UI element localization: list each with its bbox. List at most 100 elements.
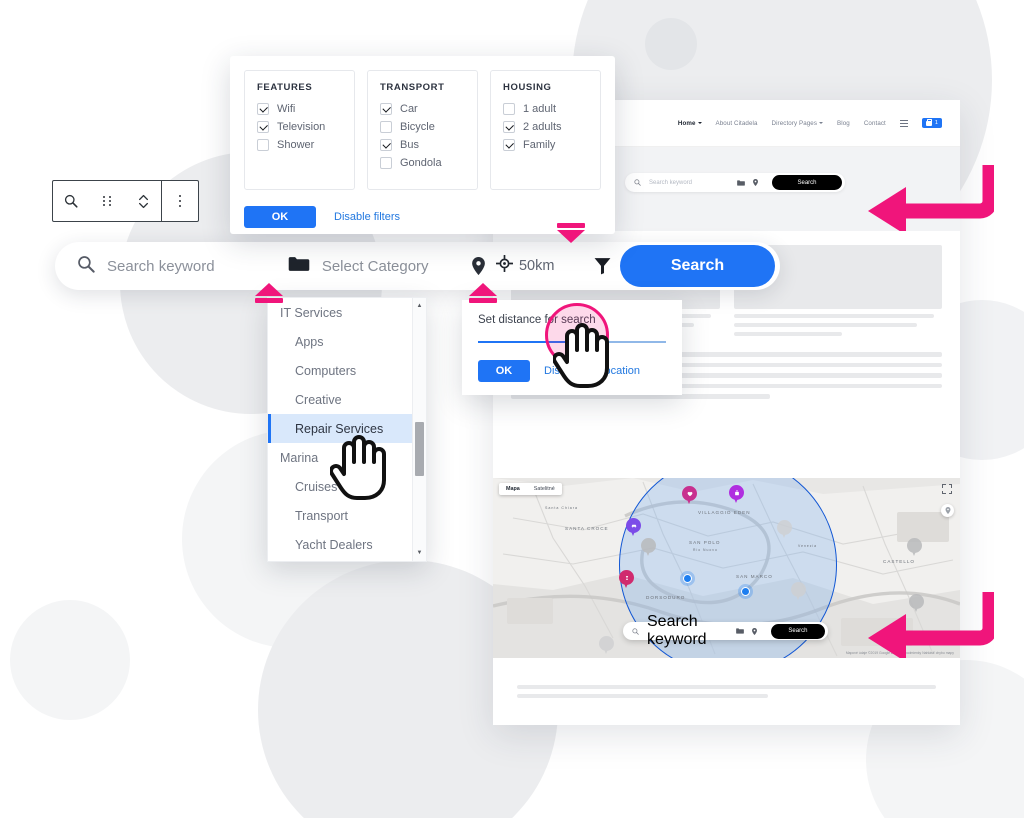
filter-option-label: Wifi [277,103,296,115]
map-pin-icon[interactable] [753,179,758,186]
folder-icon[interactable] [735,628,744,634]
search-category-field[interactable]: Select Category [288,242,461,290]
checkbox-icon[interactable] [503,103,515,115]
distance-ok-button[interactable]: OK [478,360,530,382]
search-icon [634,179,641,186]
map-locate-icon[interactable] [941,504,954,517]
search-submit-button[interactable]: Search [620,245,776,287]
car-pin-icon[interactable] [626,518,641,537]
filter-column-title: FEATURES [257,82,313,93]
filter-option-gondola[interactable]: Gondola [380,157,465,169]
filter-option-2-adults[interactable]: 2 adults [503,121,588,133]
nav-item-blog[interactable]: Blog [837,120,850,127]
map-pin-inactive[interactable] [599,636,614,655]
category-item-transport[interactable]: Transport [268,501,412,530]
checkbox-icon[interactable] [257,121,269,133]
checkbox-icon[interactable] [380,139,392,151]
marker-distance [469,283,497,303]
checkbox-icon[interactable] [380,121,392,133]
nav-label: Contact [863,119,886,127]
map-label: VILLAGGIO EDEN [698,510,751,515]
drag-handle-icon[interactable] [89,195,125,207]
category-item-apps[interactable]: Apps [268,327,412,356]
scrollbar-thumb[interactable] [415,422,424,476]
filter-column-title: TRANSPORT [380,82,445,93]
filter-option-family[interactable]: Family [503,139,588,151]
disable-filters-link[interactable]: Disable filters [334,211,400,223]
checkbox-icon[interactable] [257,139,269,151]
heart-pin-icon[interactable] [682,486,697,505]
nav-item-home[interactable]: Home [678,120,702,127]
checkbox-icon[interactable] [380,103,392,115]
checkbox-icon[interactable] [380,157,392,169]
drink-pin-icon[interactable] [619,570,634,589]
skeleton-line [517,685,936,689]
filters-ok-button[interactable]: OK [244,206,316,228]
filter-column-features: FEATURES Wifi Television Shower [244,70,355,190]
search-distance-field[interactable]: 50km [495,242,585,290]
map-pin-inactive[interactable] [791,582,806,601]
map-pin-inactive[interactable] [777,520,792,539]
filter-option-bus[interactable]: Bus [380,139,465,151]
scroll-down-arrow-icon[interactable]: ▼ [413,547,426,559]
move-up-down-icon[interactable] [125,193,161,210]
nav-item-directory-pages[interactable]: Directory Pages [772,120,824,127]
folder-icon[interactable] [737,179,745,186]
filter-option-1-adult[interactable]: 1 adult [503,103,588,115]
skeleton-line [517,694,769,698]
category-item-yacht-dealers[interactable]: Yacht Dealers [268,530,412,559]
map-type-toggle[interactable]: Mapa Satelitné [499,483,562,495]
map-search-bar[interactable]: Search keyword Search [623,613,828,648]
scroll-up-arrow-icon[interactable]: ▲ [413,300,426,312]
more-options-icon[interactable] [162,194,198,208]
map-label: Rio Nuovo [693,548,718,552]
hero-search-bar[interactable]: Search keyword Search [625,173,845,192]
category-item-creative[interactable]: Creative [268,385,412,414]
marker-bar [255,298,283,303]
site-footer-card [493,660,960,725]
cart-icon [925,118,933,126]
category-item-computers[interactable]: Computers [268,356,412,385]
filter-option-wifi[interactable]: Wifi [257,103,342,115]
filters-popup[interactable]: FEATURES Wifi Television Shower TRANSPOR… [230,56,615,234]
filters-actions: OK Disable filters [244,206,601,228]
search-icon[interactable] [53,194,89,208]
search-category-placeholder: Select Category [321,257,429,275]
filter-option-television[interactable]: Television [257,121,342,133]
map-pin-icon[interactable] [751,627,757,635]
dropdown-scrollbar[interactable]: ▲ ▼ [412,298,426,561]
map-type-satellite[interactable]: Satelitné [527,483,562,495]
filter-option-car[interactable]: Car [380,103,465,115]
map-pin-inactive[interactable] [641,538,656,557]
hamburger-menu-icon[interactable] [899,119,908,127]
checkbox-icon[interactable] [257,103,269,115]
checkbox-icon[interactable] [503,121,515,133]
hero-search-submit[interactable]: Search [772,175,842,190]
checkbox-icon[interactable] [503,139,515,151]
map-search-submit[interactable]: Search [770,623,825,639]
filter-option-bicycle[interactable]: Bicycle [380,121,465,133]
site-navigation[interactable]: Home About Citadela Directory Pages Blog… [678,118,942,128]
map-dot-marker[interactable] [741,587,750,596]
filter-option-shower[interactable]: Shower [257,139,342,151]
nav-label: Directory Pages [771,119,818,127]
directory-search-bar[interactable]: Search keyword Select Category 50km Sear… [55,242,780,290]
category-label: IT Services [280,305,343,320]
search-filter-button[interactable] [585,257,620,275]
bag-pin-icon[interactable] [729,485,744,504]
search-keyword-field[interactable]: Search keyword [55,242,288,290]
hand-cursor-category [330,435,386,500]
marker-bar [469,298,497,303]
fullscreen-icon[interactable] [942,484,952,494]
filter-column-title: HOUSING [503,82,552,93]
nav-item-about[interactable]: About Citadela [716,120,758,127]
cart-button[interactable]: 1 [921,118,942,128]
nav-item-contact[interactable]: Contact [864,120,886,127]
category-group-it-services[interactable]: IT Services [268,298,412,327]
map-dot-marker[interactable] [683,574,692,583]
map-pin-inactive[interactable] [907,538,922,557]
map-type-map[interactable]: Mapa [499,483,527,495]
block-toolbar[interactable] [52,180,199,222]
category-label: Computers [295,363,357,378]
category-label: Transport [295,508,349,523]
